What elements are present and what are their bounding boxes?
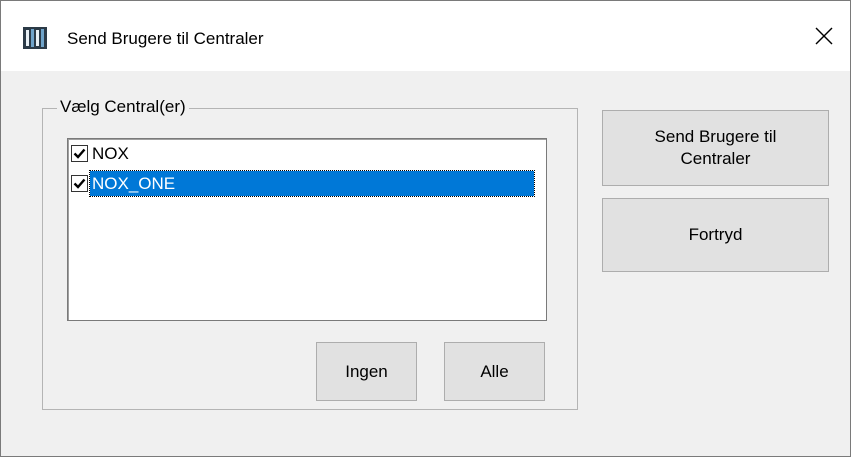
app-icon	[23, 27, 47, 49]
select-none-button[interactable]: Ingen	[316, 342, 417, 401]
checkmark-icon	[73, 178, 86, 189]
title-bar[interactable]: Send Brugere til Centraler	[1, 1, 850, 71]
send-users-label: Send Brugere til Centraler	[654, 127, 777, 168]
dialog-window: Send Brugere til Centraler Vælg Central(…	[0, 0, 851, 457]
cancel-button[interactable]: Fortryd	[602, 198, 829, 272]
close-icon	[815, 27, 833, 50]
window-title: Send Brugere til Centraler	[67, 29, 264, 48]
list-item-label: NOX	[92, 144, 129, 163]
list-item-label: NOX_ONE	[89, 170, 535, 197]
send-users-button[interactable]: Send Brugere til Centraler	[602, 110, 829, 186]
central-checklist[interactable]: NOX NOX_ONE	[67, 138, 547, 321]
groupbox-legend: Vælg Central(er)	[57, 96, 189, 118]
select-all-button[interactable]: Alle	[444, 342, 545, 401]
list-item-nox[interactable]: NOX	[71, 141, 131, 166]
checkbox-nox-one[interactable]	[71, 175, 88, 192]
close-button[interactable]	[806, 21, 842, 55]
checkbox-nox[interactable]	[71, 145, 88, 162]
checkmark-icon	[73, 148, 86, 159]
list-item-nox-one[interactable]: NOX_ONE	[71, 170, 535, 197]
